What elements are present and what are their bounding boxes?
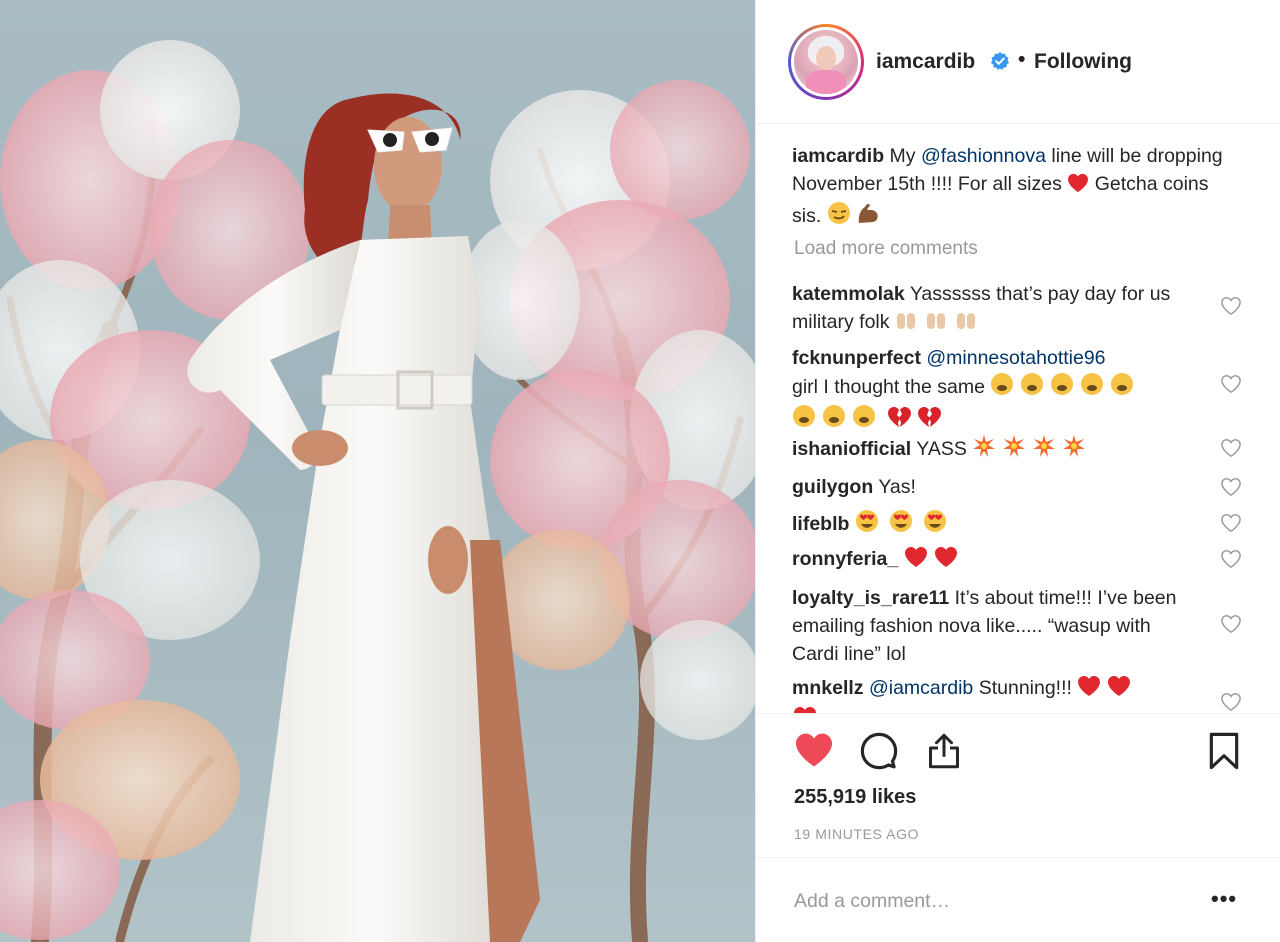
post-timestamp[interactable]: 19 MINUTES AGO <box>794 826 919 842</box>
comment-item: fcknunperfect @minnesotahottie96 girl I … <box>792 344 1202 436</box>
comment-text: YASS <box>916 438 967 460</box>
comment-item: lifeblb <box>792 509 1202 541</box>
like-comment-heart-icon[interactable] <box>1220 438 1242 458</box>
comment-item: ronnyferia_ <box>792 545 1202 576</box>
smirking-face-emoji-icon <box>827 201 851 233</box>
comment-mention[interactable]: @iamcardib <box>869 677 973 699</box>
caption-username[interactable]: iamcardib <box>792 145 884 167</box>
comment-username[interactable]: loyalty_is_rare11 <box>792 587 949 609</box>
comment-username[interactable]: ronnyferia_ <box>792 548 898 570</box>
comments-list[interactable]: iamcardib My @fashionnova line will be d… <box>756 124 1280 714</box>
like-comment-heart-icon[interactable] <box>1220 296 1242 316</box>
author-avatar[interactable] <box>788 24 864 100</box>
post-image[interactable] <box>0 0 755 942</box>
heart-filled-icon[interactable] <box>794 732 834 768</box>
red-heart-emoji-icon <box>792 706 818 713</box>
comment-item: katemmolak Yassssss that’s pay day for u… <box>792 280 1202 339</box>
comment-text: girl I thought the same <box>792 376 985 398</box>
following-button[interactable]: Following <box>1034 50 1132 74</box>
more-options-button[interactable]: ••• <box>1211 886 1237 912</box>
bookmark-icon[interactable] <box>1208 732 1240 770</box>
verified-badge-icon <box>991 52 1009 70</box>
post-actions: 255,919 likes 19 MINUTES AGO <box>756 714 1280 864</box>
comment-text: Stunning!!! <box>978 677 1072 699</box>
like-comment-heart-icon[interactable] <box>1220 614 1242 634</box>
comment-username[interactable]: katemmolak <box>792 283 905 305</box>
like-comment-heart-icon[interactable] <box>1220 692 1242 712</box>
load-more-comments-link[interactable]: Load more comments <box>794 238 978 260</box>
comment-text: Yas! <box>878 476 916 498</box>
red-heart-emoji-icon <box>1077 675 1133 705</box>
red-heart-emoji-icon <box>1067 173 1089 201</box>
post-sidebar: iamcardib • Following iamcardib My @fash… <box>755 0 1280 942</box>
like-comment-heart-icon[interactable] <box>1220 374 1242 394</box>
comment-username[interactable]: mnkellz <box>792 677 864 699</box>
add-comment-input[interactable] <box>794 882 1194 920</box>
like-comment-heart-icon[interactable] <box>1220 477 1242 497</box>
avatar-image <box>794 30 858 94</box>
broken-heart-emoji-icon <box>887 406 943 436</box>
comment-username[interactable]: fcknunperfect <box>792 347 921 369</box>
flexed-biceps-emoji-icon <box>856 201 882 233</box>
comment-username[interactable]: guilygon <box>792 476 873 498</box>
comment-item: ishaniofficial YASS <box>792 434 1202 466</box>
comment-item: guilygon Yas! <box>792 473 1202 501</box>
comment-item: loyalty_is_rare11 It’s about time!!! I’v… <box>792 584 1202 668</box>
weary-face-emoji-icon <box>990 372 1140 404</box>
comment-username[interactable]: ishaniofficial <box>792 438 911 460</box>
header-separator: • <box>1018 48 1026 71</box>
likes-count[interactable]: 255,919 likes <box>794 786 916 809</box>
add-comment-bar: ••• <box>756 857 1280 942</box>
comment-item: mnkellz @iamcardib Stunning!!! <box>792 674 1202 713</box>
like-comment-heart-icon[interactable] <box>1220 513 1242 533</box>
share-icon[interactable] <box>926 732 962 770</box>
raising-hands-emoji-icon <box>895 309 985 339</box>
author-username[interactable]: iamcardib <box>876 50 975 74</box>
comment-username[interactable]: lifeblb <box>792 513 849 535</box>
comment-bubble-icon[interactable] <box>860 732 898 770</box>
comment-mention[interactable]: @minnesotahottie96 <box>926 347 1105 369</box>
heart-eyes-emoji-icon <box>855 509 947 541</box>
post-photo-illustration <box>0 40 755 942</box>
like-comment-heart-icon[interactable] <box>1220 549 1242 569</box>
caption-mention[interactable]: @fashionnova <box>921 145 1046 167</box>
collision-emoji-icon <box>972 434 1092 466</box>
weary-face-emoji-icon <box>792 404 882 436</box>
red-heart-emoji-icon <box>904 546 960 576</box>
post-header: iamcardib • Following <box>756 0 1280 124</box>
post-caption: iamcardib My @fashionnova line will be d… <box>792 142 1232 233</box>
